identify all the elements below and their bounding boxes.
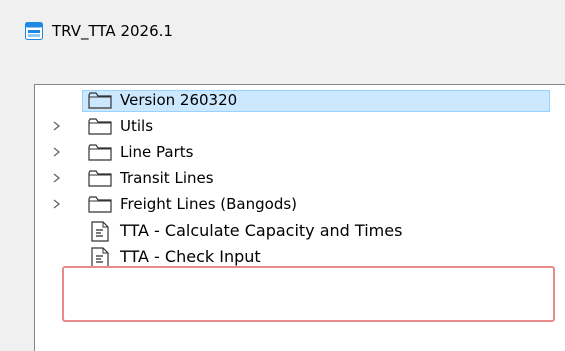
tree-item-transit-lines[interactable]: Transit Lines [35,165,565,191]
tree-item-label: Freight Lines (Bangods) [120,195,298,213]
chevron-right-icon[interactable] [53,173,61,183]
folder-icon [88,118,112,135]
tree-item-tta-calculate[interactable]: TTA - Calculate Capacity and Times [35,218,565,244]
folder-icon [88,196,112,213]
procedure-tree[interactable]: Version 260320 Utils Line Parts Transit … [34,84,565,351]
tree-item-label: Line Parts [120,143,194,161]
tree-item-label: Version 260320 [120,91,238,109]
title-bar: TRV_TTA 2026.1 [0,0,565,60]
tree-item-label: Utils [120,117,154,135]
tree-item-freight-lines[interactable]: Freight Lines (Bangods) [35,191,565,217]
chevron-right-icon[interactable] [53,121,61,131]
chevron-right-icon[interactable] [53,199,61,209]
tree-item-label: TTA - Check Input [120,247,261,266]
script-file-icon [91,247,109,268]
tree-item-line-parts[interactable]: Line Parts [35,139,565,165]
folder-icon [88,144,112,161]
chevron-right-icon[interactable] [53,147,61,157]
tree-item-label: TTA - Calculate Capacity and Times [120,221,403,240]
tree-item-utils[interactable]: Utils [35,113,565,139]
script-file-icon [91,221,109,242]
folder-icon [88,92,112,109]
window-title: TRV_TTA 2026.1 [52,22,173,40]
app-window-icon [25,22,43,40]
annotation-highlight-box [62,266,555,322]
folder-icon [88,170,112,187]
tree-item-version[interactable]: Version 260320 [35,87,565,113]
tree-item-label: Transit Lines [120,169,214,187]
tree-item-tta-check-input[interactable]: TTA - Check Input [35,244,565,270]
